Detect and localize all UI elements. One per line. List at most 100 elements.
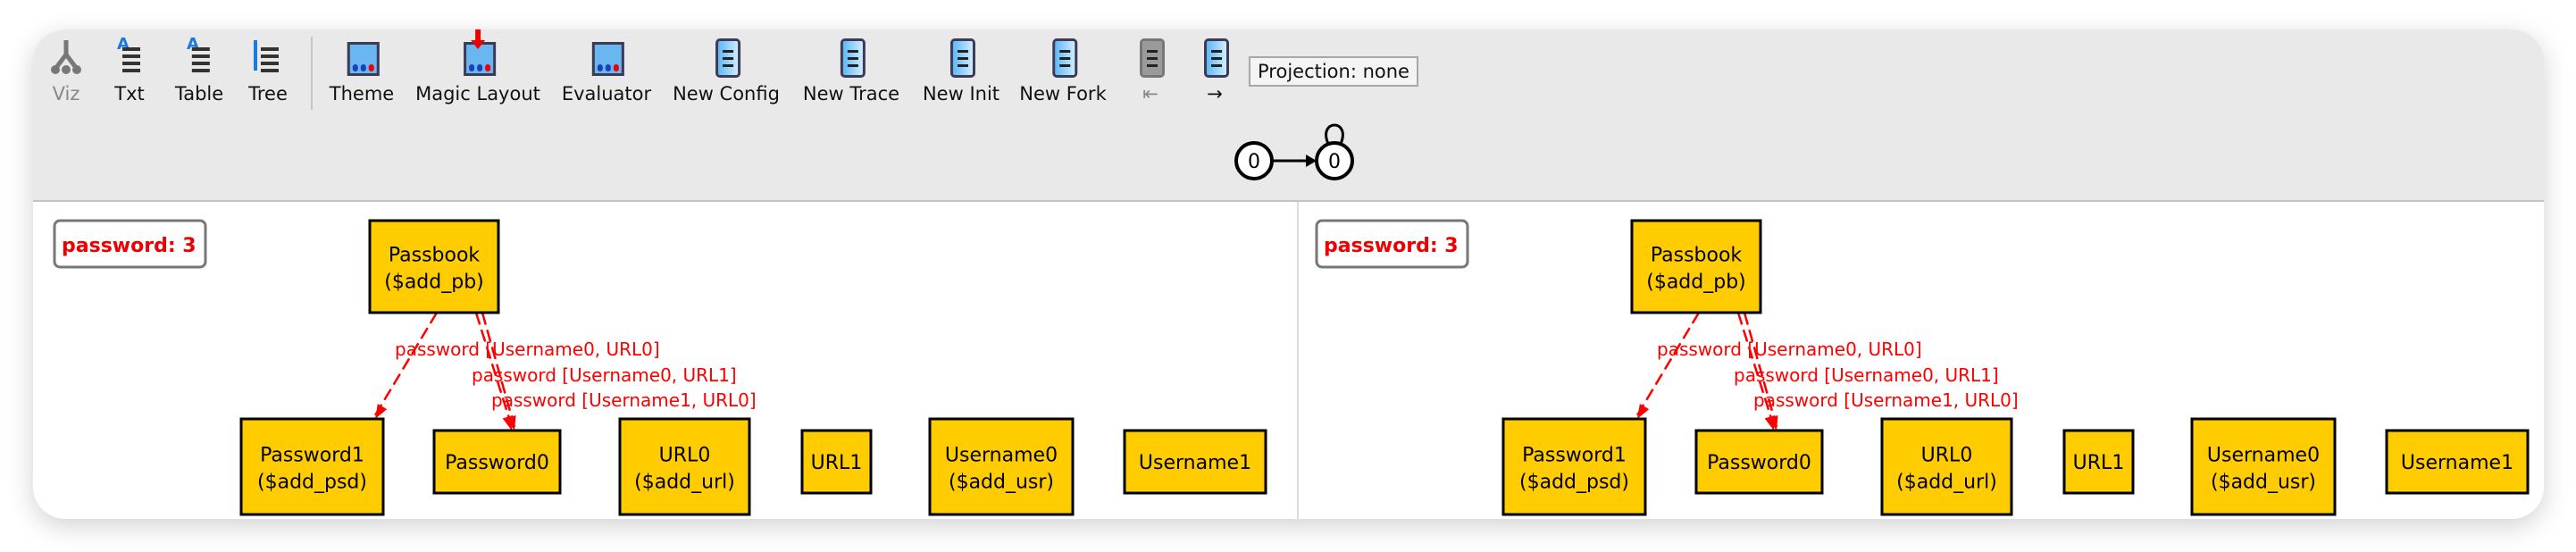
skolem-label: password: 3 — [62, 235, 197, 257]
node-url1[interactable]: URL1 — [800, 429, 873, 495]
trace-self-loop — [1325, 123, 1344, 145]
edge-line — [373, 312, 439, 416]
alloy-visualizer-window: Projection: none 0 0 Viz A Txt A Table Tree Th… — [33, 29, 2544, 519]
edge-arrowhead — [1637, 404, 1650, 419]
toolbar-button-label: New Trace — [802, 83, 900, 105]
toolbar-button-new-init[interactable]: New Init — [923, 37, 999, 105]
scroll-icon — [1043, 37, 1083, 78]
node-label: Password0 — [1707, 452, 1811, 474]
toolbar-separator — [311, 37, 313, 110]
txt-icon: A — [110, 35, 149, 76]
node-passbook[interactable]: Passbook ($add_pb) — [368, 219, 500, 314]
node-label: Password1 — [1522, 445, 1627, 467]
skolem-label-box: password: 3 — [1315, 219, 1469, 269]
node-label: Password1 — [260, 445, 364, 467]
toolbar-button-label: Viz — [52, 83, 80, 105]
node-passbook[interactable]: Passbook ($add_pb) — [1630, 219, 1762, 314]
node-sublabel: ($add_psd) — [1519, 472, 1629, 494]
edge-arrowhead — [375, 404, 388, 419]
node-password1[interactable]: Password1 ($add_psd) — [1501, 417, 1647, 516]
toolbar-button-next[interactable]: → — [1195, 37, 1234, 105]
scroll-icon — [1131, 37, 1170, 78]
toolbar-button-label: → — [1207, 83, 1223, 105]
toolbar-button-label: Txt — [114, 83, 145, 105]
scroll-icon — [941, 37, 981, 78]
node-box — [618, 417, 751, 516]
viz-icon — [46, 37, 86, 76]
toolbar-button-label: Magic Layout — [415, 83, 540, 105]
toolbar-button-first[interactable]: ⇤ — [1131, 37, 1170, 105]
edge-line — [1635, 312, 1701, 416]
node-username0[interactable]: Username0 ($add_usr) — [2190, 417, 2337, 516]
toolbar-button-table[interactable]: A Table — [175, 35, 223, 105]
edge-label: password [Username0, URL0] — [395, 339, 660, 360]
projection-button[interactable]: Projection: none — [1249, 56, 1418, 87]
graph-panels: password: 3 password [Username0, URL0] pas… — [33, 202, 2544, 519]
scroll-icon — [832, 37, 871, 78]
node-password0[interactable]: Password0 — [1694, 429, 1824, 495]
toolbar-button-evaluator[interactable]: Evaluator — [562, 37, 651, 105]
edge-label: password [Username1, URL0] — [1753, 389, 2019, 411]
graph-panel-right: password: 3 password [Username0, URL0] pas… — [1315, 219, 2530, 516]
skolem-label-box: password: 3 — [53, 219, 207, 269]
node-sublabel: ($add_usr) — [949, 472, 1054, 494]
node-password0[interactable]: Password0 — [432, 429, 562, 495]
node-label: URL0 — [1921, 445, 1973, 467]
scroll-icon — [707, 37, 746, 78]
trace-state-label: 0 — [1248, 151, 1260, 173]
toolbar-button-new-config[interactable]: New Config — [673, 37, 780, 105]
node-box — [1880, 417, 2013, 516]
toolbar-button-label: New Init — [922, 83, 1000, 105]
toolbar-button-txt[interactable]: A Txt — [110, 35, 149, 105]
node-box — [1501, 417, 1647, 516]
node-username1[interactable]: Username1 — [1123, 429, 1267, 495]
node-label: Username0 — [945, 445, 1058, 467]
trace-state-label: 0 — [1328, 151, 1341, 173]
toolbar: Projection: none 0 0 Viz A Txt A Table Tree Th… — [33, 29, 2544, 202]
node-sublabel: ($add_pb) — [384, 272, 484, 294]
node-sublabel: ($add_usr) — [2211, 472, 2316, 494]
trace-transition-arrow — [1306, 155, 1317, 167]
toolbar-button-viz[interactable]: Viz — [46, 37, 86, 105]
node-label: Passbook — [1651, 245, 1743, 267]
scroll-icon — [1195, 37, 1234, 78]
toolbar-button-label: Tree — [248, 83, 288, 105]
edge-password-username0-url1[interactable]: password [Username0, URL1] — [472, 312, 737, 431]
node-label: Passbook — [389, 245, 481, 267]
toolbar-button-new-fork[interactable]: New Fork — [1019, 37, 1107, 105]
toolbar-button-label: Theme — [329, 83, 395, 105]
node-sublabel: ($add_url) — [1896, 472, 1997, 494]
toolbar-button-magic-layout[interactable]: Magic Layout — [415, 29, 540, 105]
node-label: Password0 — [445, 452, 549, 474]
table-icon: A — [180, 35, 219, 76]
toolbar-button-new-trace[interactable]: New Trace — [803, 37, 899, 105]
node-label: Username1 — [1139, 452, 1251, 474]
node-box — [239, 417, 385, 516]
skolem-label: password: 3 — [1324, 235, 1459, 257]
edge-label: password [Username0, URL1] — [472, 364, 737, 386]
graph-panel-left: password: 3 password [Username0, URL0] pas… — [53, 219, 1267, 516]
node-label: Username0 — [2207, 445, 2320, 467]
node-box — [928, 417, 1075, 516]
node-username1[interactable]: Username1 — [2385, 429, 2530, 495]
node-url0[interactable]: URL0 ($add_url) — [1880, 417, 2013, 516]
node-username0[interactable]: Username0 ($add_usr) — [928, 417, 1075, 516]
edge-password-username0-url1[interactable]: password [Username0, URL1] — [1734, 312, 1999, 431]
magic-layout-icon — [458, 29, 498, 76]
toolbar-button-tree[interactable]: Tree — [248, 37, 288, 105]
node-url1[interactable]: URL1 — [2062, 429, 2135, 495]
evaluator-icon — [587, 37, 626, 76]
node-box — [1630, 219, 1762, 314]
toolbar-button-label: New Fork — [1019, 83, 1107, 105]
node-password1[interactable]: Password1 ($add_psd) — [239, 417, 385, 516]
node-label: URL1 — [811, 452, 863, 474]
node-url0[interactable]: URL0 ($add_url) — [618, 417, 751, 516]
toolbar-button-theme[interactable]: Theme — [330, 37, 394, 105]
graph: password: 3 password [Username0, URL0] pas… — [53, 219, 1267, 516]
tree-icon — [248, 37, 288, 76]
node-sublabel: ($add_psd) — [257, 472, 367, 494]
toolbar-button-label: ⇤ — [1142, 83, 1158, 105]
edge-label: password [Username1, URL0] — [491, 389, 757, 411]
graph: password: 3 password [Username0, URL0] pas… — [1315, 219, 2530, 516]
theme-icon — [342, 37, 381, 76]
